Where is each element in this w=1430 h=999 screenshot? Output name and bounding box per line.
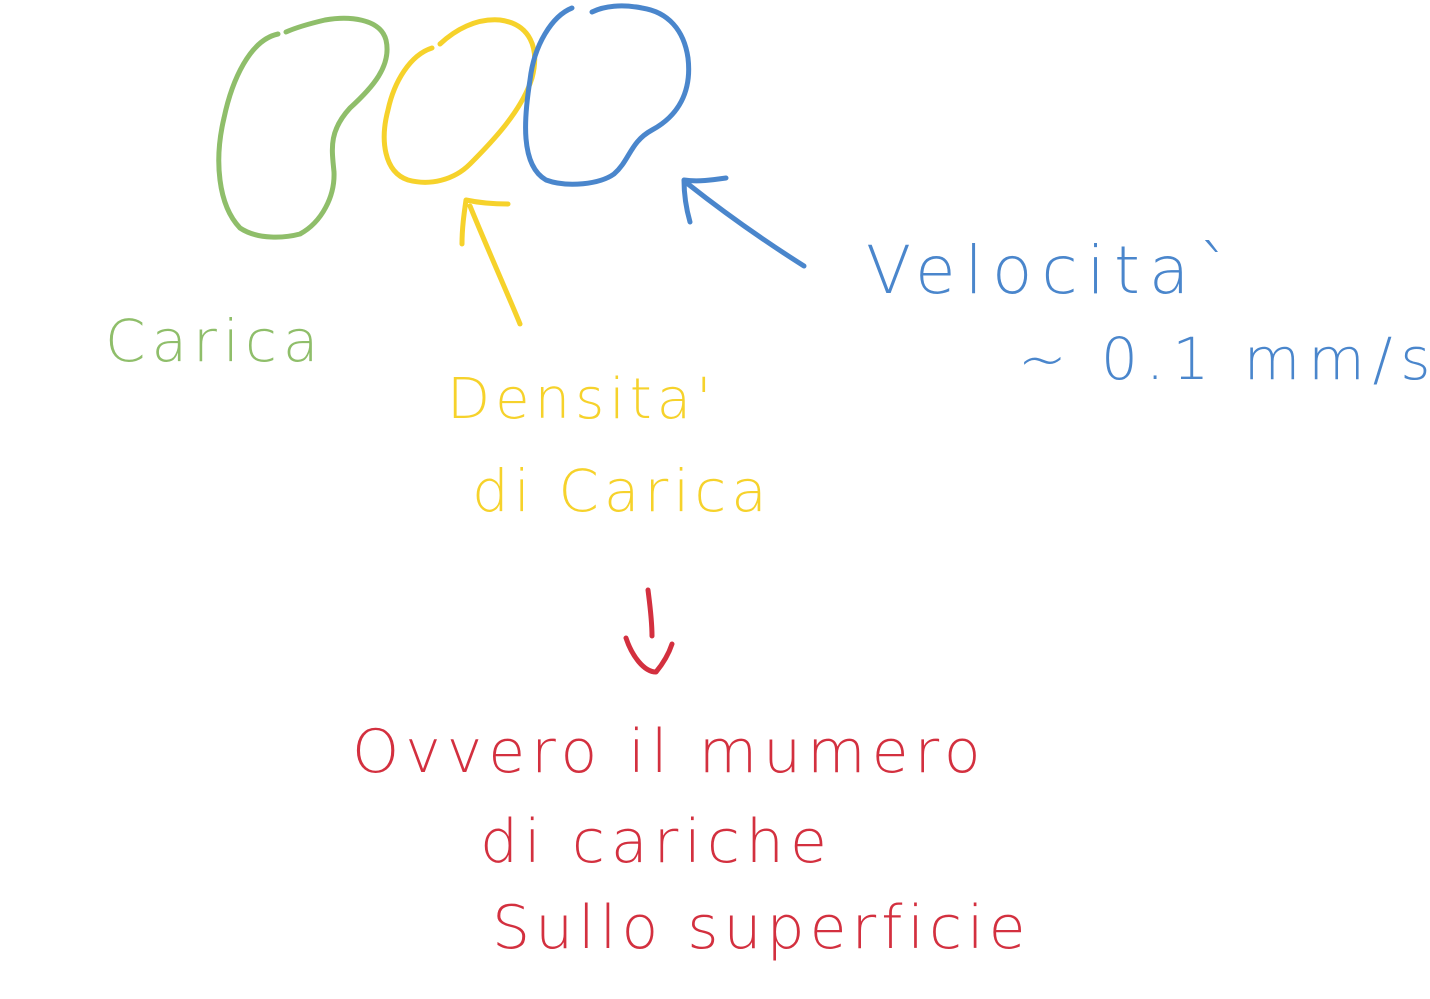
label-di-carica: di Carica (472, 457, 772, 525)
blue-velocity-blob (523, 3, 692, 187)
yellow-density-blob (381, 17, 538, 185)
label-ovvero-line2: di cariche (480, 807, 833, 877)
label-densita: Densita' (447, 367, 717, 432)
label-velocity-value: ~ 0.1 mm/s (1018, 325, 1430, 393)
label-velocita: Velocita` (866, 232, 1241, 309)
label-ovvero-line3: Sullo superficie (492, 893, 1031, 963)
red-down-arrow (623, 587, 675, 675)
label-ovvero-line1: Ovvero il mumero (352, 717, 987, 787)
green-charge-blob (216, 15, 390, 240)
yellow-arrow (459, 197, 523, 327)
whiteboard-canvas: Carica Densita' di Carica Velocita` ~ 0.… (0, 0, 1430, 999)
label-carica: Carica (105, 307, 325, 375)
blue-arrow (681, 175, 807, 269)
